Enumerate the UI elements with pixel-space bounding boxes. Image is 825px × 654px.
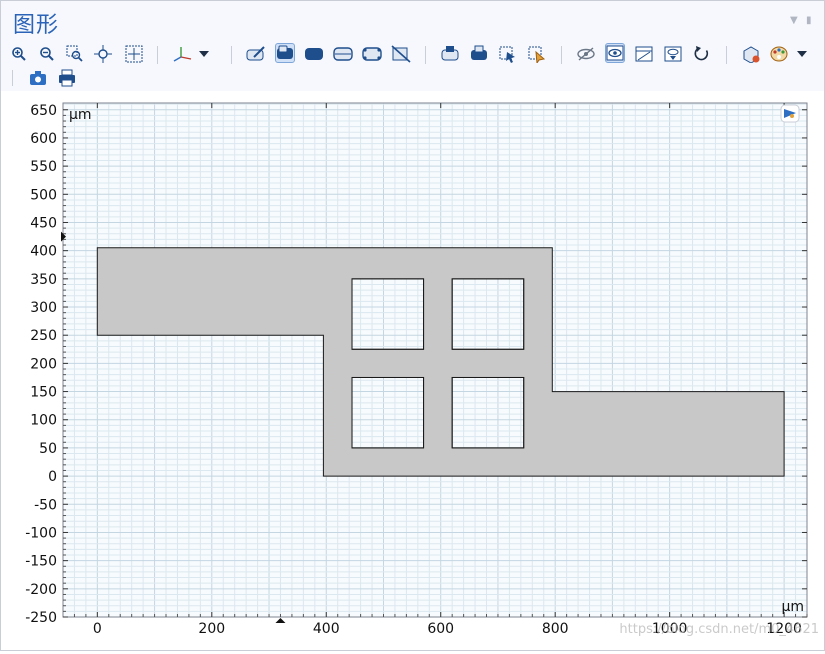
collapse-icon[interactable]: ▼ (790, 15, 800, 26)
show-all-icon[interactable] (605, 43, 625, 63)
x-axis-marker (275, 618, 286, 623)
scene-light-icon[interactable] (741, 44, 761, 64)
y-tick-label: 600 (30, 131, 57, 147)
color-palette-icon[interactable] (769, 44, 789, 64)
render-scene-icon[interactable] (440, 44, 460, 64)
transparency-icon[interactable] (527, 44, 547, 64)
y-tick-label: 650 (30, 103, 57, 119)
zoom-in-icon[interactable] (9, 44, 29, 64)
y-tick-label: 50 (39, 441, 57, 457)
y-tick-label: 250 (30, 328, 57, 344)
toolbar-separator (561, 46, 562, 64)
clear-selection-icon[interactable] (391, 44, 411, 64)
y-tick-label: -150 (25, 554, 57, 570)
x-tick-label: 0 (93, 621, 102, 637)
zoom-selected-icon[interactable] (498, 44, 518, 64)
toolbar-separator (425, 46, 426, 64)
select-points-icon[interactable] (362, 44, 382, 64)
y-tick-label: -100 (25, 525, 57, 541)
y-tick-label: 550 (30, 159, 57, 175)
x-tick-label: 400 (313, 621, 340, 637)
reset-view-icon[interactable] (692, 44, 712, 64)
y-tick-label: 100 (30, 413, 57, 429)
select-edges-icon[interactable] (333, 44, 353, 64)
toolbar-separator (12, 70, 13, 86)
y-tick-label: -50 (34, 497, 57, 513)
hide-entities-icon[interactable] (576, 44, 596, 64)
y-tick-label: -250 (25, 610, 57, 626)
x-tick-label: 600 (427, 621, 454, 637)
zoom-extents-icon[interactable] (93, 44, 113, 64)
y-tick-label: -200 (25, 582, 57, 598)
zoom-out-icon[interactable] (37, 44, 57, 64)
watermark-text: https://blog.csdn.net/m0_4621 (619, 622, 819, 637)
y-tick-label: 200 (30, 356, 57, 372)
toolbar-separator (231, 46, 232, 64)
unit-label-bottom: μm (781, 599, 804, 615)
zoom-box-icon[interactable] (65, 44, 85, 64)
y-tick-label: 0 (48, 469, 57, 485)
toolbar-separator (726, 46, 727, 64)
y-tick-label: 400 (30, 244, 57, 260)
y-tick-label: 150 (30, 385, 57, 401)
view-selected-icon[interactable] (634, 44, 654, 64)
y-tick-label: 300 (30, 300, 57, 316)
geometry-plot[interactable]: 650600550500450400350300250200150100500-… (1, 91, 824, 650)
y-tick-label: 450 (30, 215, 57, 231)
dropdown-arrow-icon[interactable] (795, 44, 809, 64)
graphics-toolbar (1, 37, 824, 91)
window-titlebar: 图形 ▼ ▮ (1, 1, 824, 38)
axis-orientation-icon[interactable] (172, 44, 192, 64)
render-wireframe-icon[interactable] (469, 44, 489, 64)
y-tick-label: 500 (30, 187, 57, 203)
x-tick-label: 800 (542, 621, 569, 637)
print-icon[interactable] (57, 68, 77, 88)
select-boundaries-icon[interactable] (304, 44, 324, 64)
window-title: 图形 (13, 13, 60, 38)
y-tick-label: 350 (30, 272, 57, 288)
camera-icon[interactable] (28, 68, 48, 88)
pin-icon[interactable]: ▮ (806, 15, 816, 26)
graphics-badge-dot (790, 114, 794, 118)
dropdown-arrow-icon[interactable] (197, 44, 211, 64)
x-tick-label: 200 (198, 621, 225, 637)
select-domains-icon[interactable] (275, 43, 295, 63)
select-objects-icon[interactable] (246, 44, 266, 64)
graphics-canvas[interactable]: 650 600 550 500 450 400 350 300 250 200 150 100 50 0-… (1, 91, 824, 650)
graphics-window: 图形 ▼ ▮ 650 600 550 500 450 400 350 300 2… (0, 0, 825, 651)
fit-window-icon[interactable] (124, 44, 144, 64)
reset-hiding-icon[interactable] (663, 44, 683, 64)
toolbar-separator (157, 46, 158, 64)
unit-label-top: μm (69, 107, 92, 123)
